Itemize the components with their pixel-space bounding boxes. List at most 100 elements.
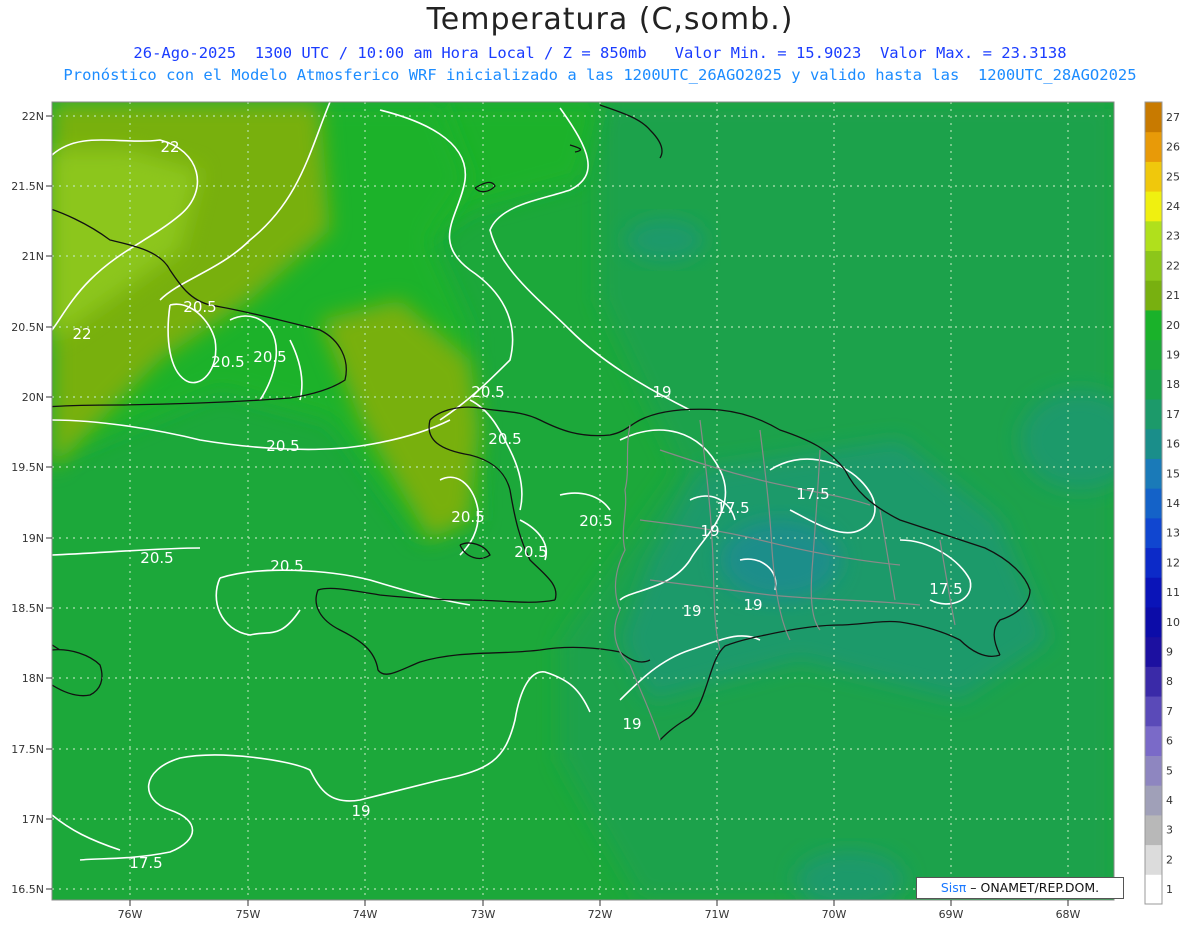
colorbar-label: 2 xyxy=(1166,853,1173,866)
lat-tick-label: 21N xyxy=(22,250,44,263)
contour-label: 17.5 xyxy=(929,580,962,598)
colorbar-swatch xyxy=(1145,755,1162,786)
contour-label: 17.5 xyxy=(129,854,162,872)
lat-tick-label: 17N xyxy=(22,813,44,826)
colorbar-label: 6 xyxy=(1166,735,1173,748)
colorbar-label: 5 xyxy=(1166,764,1173,777)
contour-label: 17.5 xyxy=(716,499,749,517)
contour-label: 22 xyxy=(160,138,179,156)
lon-tick-label: 72W xyxy=(588,908,613,921)
lon-tick-label: 71W xyxy=(705,908,730,921)
contour-label: 22 xyxy=(72,325,91,343)
lon-tick-label: 74W xyxy=(353,908,378,921)
contour-label: 20.5 xyxy=(471,383,504,401)
colorbar-swatch xyxy=(1145,606,1162,638)
colorbar-swatch xyxy=(1145,814,1162,846)
colorbar-swatch xyxy=(1145,785,1162,816)
colorbar-swatch xyxy=(1145,428,1162,459)
lon-tick-label: 69W xyxy=(939,908,964,921)
contour-label: 19 xyxy=(743,596,762,614)
colorbar-label: 24 xyxy=(1166,200,1180,213)
contour-label: 20.5 xyxy=(451,508,484,526)
colorbar-swatch xyxy=(1145,666,1162,697)
colorbar-swatch xyxy=(1145,696,1162,727)
colorbar-swatch xyxy=(1145,488,1162,519)
lat-tick-label: 20N xyxy=(22,391,44,404)
contour-label: 19 xyxy=(652,383,671,401)
colorbar-swatch xyxy=(1145,280,1162,311)
colorbar-label: 7 xyxy=(1166,705,1173,718)
colorbar-swatch xyxy=(1145,874,1162,905)
colorbar-label: 12 xyxy=(1166,556,1180,569)
colorbar-swatch xyxy=(1145,547,1162,578)
lon-tick-label: 76W xyxy=(118,908,143,921)
colorbar-label: 17 xyxy=(1166,408,1180,421)
colorbar-label: 11 xyxy=(1166,586,1180,599)
lat-tick-label: 17.5N xyxy=(11,743,44,756)
colorbar-swatch xyxy=(1145,131,1162,162)
contour-label: 17.5 xyxy=(796,485,829,503)
contour-label: 19 xyxy=(351,802,370,820)
colorbar-label: 4 xyxy=(1166,794,1173,807)
contour-label: 19 xyxy=(700,522,719,540)
colorbar-label: 18 xyxy=(1166,378,1180,391)
colorbar-swatch xyxy=(1145,220,1162,252)
colorbar-swatch xyxy=(1145,577,1162,608)
lon-tick-label: 68W xyxy=(1056,908,1081,921)
colorbar-swatch xyxy=(1145,458,1162,489)
colorbar-label: 15 xyxy=(1166,467,1180,480)
lat-tick-label: 22N xyxy=(22,110,44,123)
colorbar-swatch xyxy=(1145,636,1162,667)
credit-box: Sisπ – ONAMET/REP.DOM. xyxy=(916,877,1124,899)
colorbar-label: 27 xyxy=(1166,111,1180,124)
contour-label: 20.5 xyxy=(183,298,216,316)
contour-label: 20.5 xyxy=(488,430,521,448)
temperature-map: 22 22 20.5 20.5 20.5 20.5 20.5 20.5 20.5… xyxy=(11,101,1180,921)
colorbar-label: 13 xyxy=(1166,527,1180,540)
colorbar-label: 9 xyxy=(1166,646,1173,659)
colorbar-label: 21 xyxy=(1166,289,1180,302)
contour-label: 20.5 xyxy=(579,512,612,530)
colorbar-swatch xyxy=(1145,369,1162,400)
lat-tick-label: 19N xyxy=(22,532,44,545)
colorbar-label: 20 xyxy=(1166,319,1180,332)
colorbar-swatch xyxy=(1145,339,1162,370)
colorbar-label: 23 xyxy=(1166,230,1180,243)
lat-tick-label: 19.5N xyxy=(11,461,44,474)
lon-tick-label: 75W xyxy=(236,908,261,921)
colorbar-swatch xyxy=(1145,309,1162,341)
contour-label: 20.5 xyxy=(514,543,547,561)
colorbar-label: 22 xyxy=(1166,259,1180,272)
colorbar-label: 14 xyxy=(1166,497,1180,510)
lat-tick-label: 16.5N xyxy=(11,883,44,896)
colorbar-swatch xyxy=(1145,517,1162,549)
colorbar-label: 19 xyxy=(1166,348,1180,361)
contour-label: 19 xyxy=(682,602,701,620)
contour-label: 20.5 xyxy=(270,557,303,575)
sispi-logo: Sisπ xyxy=(940,880,967,895)
lat-tick-label: 21.5N xyxy=(11,180,44,193)
colorbar-swatch xyxy=(1145,102,1162,133)
lat-tick-label: 18N xyxy=(22,672,44,685)
colorbar-swatch xyxy=(1145,844,1162,875)
colorbar: 1234567891011121314151617181920212223242… xyxy=(1144,101,1180,905)
lon-tick-label: 73W xyxy=(471,908,496,921)
latitude-axis: 22N 21.5N 21N 20.5N 20N 19.5N 19N 18.5N … xyxy=(11,110,52,896)
colorbar-label: 26 xyxy=(1166,141,1180,154)
colorbar-label: 3 xyxy=(1166,824,1173,837)
colorbar-label: 8 xyxy=(1166,675,1173,688)
contour-label: 20.5 xyxy=(266,437,299,455)
colorbar-swatch xyxy=(1145,161,1162,192)
colorbar-label: 1 xyxy=(1166,883,1173,896)
temperature-shading xyxy=(52,102,1114,900)
contour-label: 20.5 xyxy=(211,353,244,371)
lat-tick-label: 18.5N xyxy=(11,602,44,615)
colorbar-label: 16 xyxy=(1166,438,1180,451)
contour-label: 20.5 xyxy=(140,549,173,567)
credit-text: – ONAMET/REP.DOM. xyxy=(966,880,1100,895)
colorbar-swatch xyxy=(1145,399,1162,430)
lat-tick-label: 20.5N xyxy=(11,321,44,334)
colorbar-label: 10 xyxy=(1166,616,1180,629)
colorbar-swatch xyxy=(1145,725,1162,756)
contour-label: 20.5 xyxy=(253,348,286,366)
